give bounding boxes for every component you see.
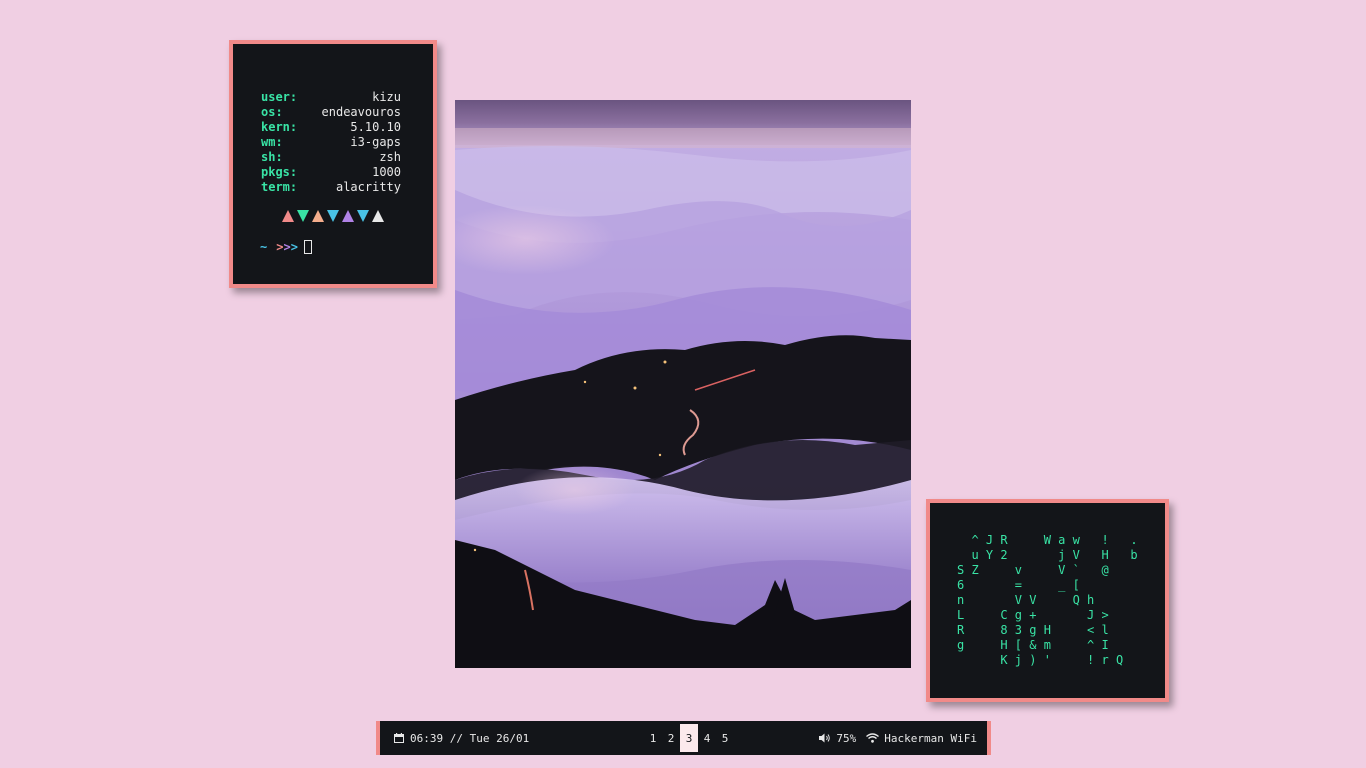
workspace-button-4[interactable]: 4 <box>698 724 716 752</box>
system-tray: 75% Hackerman WiFi <box>809 721 977 755</box>
info-row: wm: i3-gaps <box>261 135 401 150</box>
info-key: sh: <box>261 150 283 164</box>
prompt-arrow: > <box>283 240 291 254</box>
prompt-tilde: ~ <box>260 240 268 254</box>
matrix-line: ^ J R W a w ! . <box>957 533 1138 547</box>
speaker-icon <box>819 733 831 743</box>
network-name: Hackerman WiFi <box>884 731 977 745</box>
triangle-down-icon <box>356 210 370 222</box>
matrix-line: R 8 3 g H < l <box>957 623 1109 637</box>
info-value: i3-gaps <box>350 135 401 149</box>
info-row: os: endeavouros <box>261 105 401 120</box>
info-row: term: alacritty <box>261 180 401 195</box>
foggy-hills-image-window[interactable] <box>455 100 911 668</box>
info-value: zsh <box>379 150 401 164</box>
shell-prompt[interactable]: ~ > > > <box>260 240 312 254</box>
matrix-line: g H [ & m ^ I <box>957 638 1109 652</box>
info-value: 1000 <box>372 165 401 179</box>
terminal-cursor <box>303 240 312 254</box>
matrix-line: S Z v V ` @ <box>957 563 1109 577</box>
triangle-up-icon <box>281 210 295 222</box>
prompt-arrow: > <box>290 240 298 254</box>
info-value: alacritty <box>335 180 401 194</box>
matrix-rain-text: ^ J R W a w ! . u Y 2 j V H bS Z v V ` @… <box>957 533 1138 668</box>
workspace-button-5[interactable]: 5 <box>716 724 734 752</box>
matrix-line: n V V Q h <box>957 593 1095 607</box>
fetch-terminal-window[interactable]: user: kizu os: endeavouros kern: 5.10.10 wm: i3… <box>229 40 437 288</box>
triangle-up-icon <box>371 210 385 222</box>
prompt-arrow: > <box>276 240 284 254</box>
triangle-down-icon <box>296 210 310 222</box>
info-key: term: <box>261 180 298 194</box>
clock-module[interactable]: 06:39 // Tue 26/01 <box>394 721 529 755</box>
status-bar: 06:39 // Tue 26/01 12345 75% Hackerman W… <box>376 721 991 755</box>
workspace-button-1[interactable]: 1 <box>644 724 662 752</box>
info-key: wm: <box>261 135 283 149</box>
info-row: kern: 5.10.10 <box>261 120 401 135</box>
matrix-line: L C g + J > <box>957 608 1109 622</box>
workspace-button-3[interactable]: 3 <box>680 724 698 752</box>
info-key: os: <box>261 105 283 119</box>
clock-text: 06:39 // Tue 26/01 <box>410 731 530 745</box>
triangle-up-icon <box>341 210 355 222</box>
info-row: user: kizu <box>261 90 401 105</box>
triangle-up-icon <box>311 210 325 222</box>
volume-level: 75% <box>836 731 857 745</box>
workspace-button-2[interactable]: 2 <box>662 724 680 752</box>
info-value: 5.10.10 <box>350 120 401 134</box>
info-key: user: <box>261 90 298 104</box>
wifi-icon <box>866 733 880 743</box>
matrix-line: K j ) ' ! r Q <box>957 653 1124 667</box>
color-palette <box>281 210 385 222</box>
info-row: pkgs: 1000 <box>261 165 401 180</box>
network-module[interactable]: Hackerman WiFi <box>866 732 977 745</box>
foggy-landscape-image <box>455 100 911 668</box>
info-value: endeavouros <box>321 105 401 119</box>
matrix-line: 6 = _ [ <box>957 578 1080 592</box>
triangle-down-icon <box>326 210 340 222</box>
system-info: user: kizu os: endeavouros kern: 5.10.10 wm: i3… <box>261 90 401 195</box>
matrix-line: u Y 2 j V H b <box>957 548 1138 562</box>
matrix-terminal-window[interactable]: ^ J R W a w ! . u Y 2 j V H bS Z v V ` @… <box>926 499 1169 702</box>
workspace-switcher: 12345 <box>644 724 734 752</box>
info-row: sh: zsh <box>261 150 401 165</box>
info-key: kern: <box>261 120 298 134</box>
volume-module[interactable]: 75% <box>819 732 856 745</box>
info-value: kizu <box>372 90 401 104</box>
calendar-icon <box>394 733 404 743</box>
info-key: pkgs: <box>261 165 298 179</box>
